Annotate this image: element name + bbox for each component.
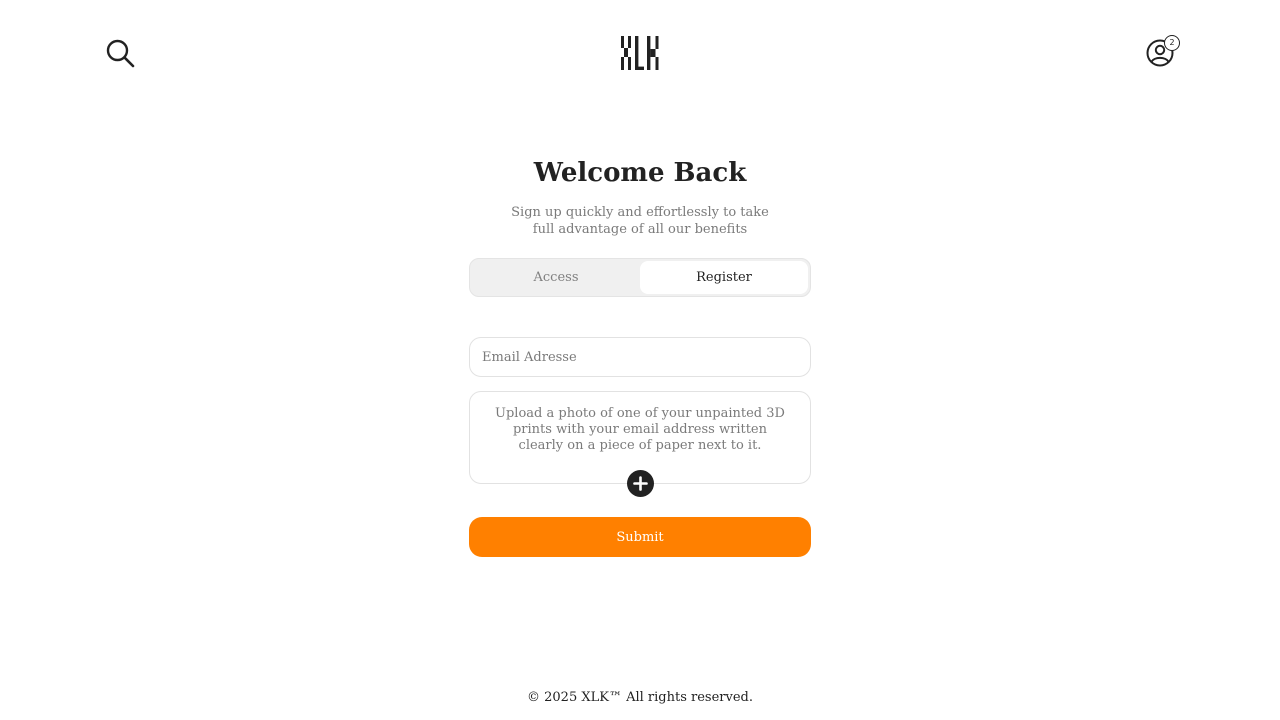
submit-button[interactable]: Submit bbox=[469, 517, 811, 557]
tab-access[interactable]: Access bbox=[472, 261, 640, 294]
logo[interactable] bbox=[620, 36, 660, 70]
email-field[interactable] bbox=[469, 337, 811, 377]
page-subtitle: Sign up quickly and effortlessly to take… bbox=[511, 205, 769, 237]
upload-instructions: Upload a photo of one of your unpainted … bbox=[495, 406, 785, 453]
tab-register[interactable]: Register bbox=[640, 261, 808, 294]
page: 2 Welcome Back Sign up quickly and effor… bbox=[0, 0, 1280, 720]
search-icon[interactable] bbox=[104, 37, 136, 69]
plus-icon[interactable] bbox=[627, 470, 654, 497]
auth-tabs: Access Register bbox=[469, 258, 811, 297]
page-title: Welcome Back bbox=[533, 158, 747, 188]
footer-copyright: © 2025 XLK™ All rights reserved. bbox=[527, 690, 753, 705]
notification-badge: 2 bbox=[1164, 35, 1180, 51]
